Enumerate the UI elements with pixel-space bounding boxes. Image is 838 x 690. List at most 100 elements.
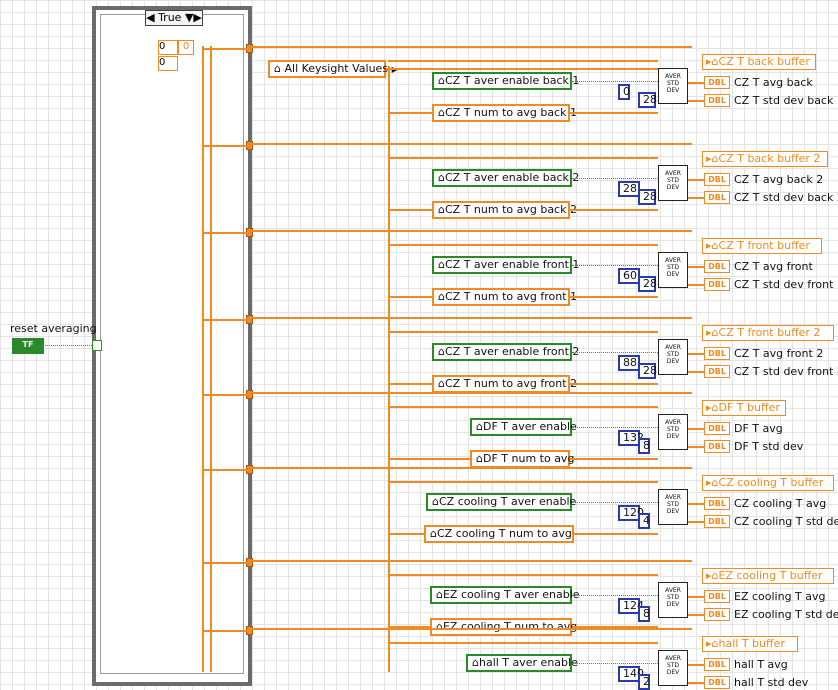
offset-constant[interactable]: 120 xyxy=(618,505,644,521)
buffer-local[interactable]: ▸⌂CZ T front buffer 2 xyxy=(702,325,834,341)
aver-std-dev-subvi[interactable]: AVER STD DEV xyxy=(658,489,688,525)
avg-label: DF T avg xyxy=(734,422,783,435)
avg-terminal[interactable]: DBL xyxy=(704,76,730,89)
shift-wire-top xyxy=(252,317,692,319)
house-icon: ⌂ xyxy=(476,452,483,465)
std-label: CZ T std dev back 2 xyxy=(734,191,838,204)
house-icon: ▸⌂ xyxy=(706,152,719,165)
enable-local[interactable]: ⌂CZ T aver enable front 2 xyxy=(432,343,579,361)
num-to-avg-label: CZ T num to avg back 2 xyxy=(444,203,577,216)
all-keysight-values-local[interactable]: ⌂ All Keysight Values ▶ xyxy=(268,60,398,78)
buffer-local[interactable]: ▸⌂CZ T front buffer xyxy=(702,238,822,254)
subvi-out-wire-2 xyxy=(688,521,704,523)
house-icon: ▸⌂ xyxy=(706,569,719,582)
num-to-subvi xyxy=(570,209,658,211)
case-decrement-icon[interactable]: ◀ xyxy=(146,11,154,24)
enable-wire xyxy=(572,178,658,179)
num-to-avg-label: CZ cooling T num to avg xyxy=(436,527,572,540)
avg-terminal[interactable]: DBL xyxy=(704,422,730,435)
house-icon: ⌂ xyxy=(438,106,445,119)
enable-local[interactable]: ⌂CZ cooling T aver enable xyxy=(426,493,576,511)
buffer-local[interactable]: ▸⌂CZ T back buffer 2 xyxy=(702,151,828,167)
aver-std-dev-subvi[interactable]: AVER STD DEV xyxy=(658,165,688,201)
buffer-local[interactable]: ▸⌂CZ cooling T buffer xyxy=(702,475,834,491)
init-constant-1-value: 0 xyxy=(159,41,166,52)
case-selector[interactable]: ◀ True ▼▶ xyxy=(145,10,203,26)
num-to-avg-label: EZ cooling T num to avg xyxy=(442,620,578,633)
enable-label: hall T aver enable xyxy=(478,656,578,669)
std-terminal[interactable]: DBL xyxy=(704,608,730,621)
length-constant[interactable]: 28 xyxy=(638,92,657,108)
std-label: CZ T std dev back xyxy=(734,94,834,107)
buffer-label: CZ T back buffer 2 xyxy=(718,152,821,165)
buffer-local[interactable]: ▸⌂CZ T back buffer xyxy=(702,54,816,70)
aver-std-dev-subvi[interactable]: AVER STD DEV xyxy=(658,339,688,375)
init-constant-2[interactable]: 0 xyxy=(158,56,178,71)
branch-wire xyxy=(388,574,658,576)
aver-std-dev-subvi[interactable]: AVER STD DEV xyxy=(658,68,688,104)
avg-terminal[interactable]: DBL xyxy=(704,347,730,360)
enable-label: CZ T aver enable front 2 xyxy=(444,345,580,358)
init-constant-3[interactable]: 0 xyxy=(178,40,194,55)
buffer-local[interactable]: ▸⌂DF T buffer xyxy=(702,400,786,416)
reset-averaging-terminal[interactable]: TF xyxy=(12,338,44,354)
length-constant[interactable]: 28 xyxy=(638,189,657,205)
enable-local[interactable]: ⌂hall T aver enable xyxy=(466,654,578,672)
num-to-avg-local[interactable]: ⌂CZ T num to avg back 2 xyxy=(432,201,577,219)
std-terminal[interactable]: DBL xyxy=(704,191,730,204)
std-terminal[interactable]: DBL xyxy=(704,515,730,528)
aver-std-dev-subvi[interactable]: AVER STD DEV xyxy=(658,650,688,686)
offset-constant[interactable]: 88 xyxy=(618,355,640,371)
length-constant[interactable]: 2 xyxy=(638,674,650,690)
loop-wire xyxy=(202,394,250,396)
std-terminal[interactable]: DBL xyxy=(704,676,730,689)
enable-local[interactable]: ⌂CZ T aver enable front 1 xyxy=(432,256,579,274)
length-constant[interactable]: 4 xyxy=(638,513,650,529)
offset-constant[interactable]: 60 xyxy=(618,268,640,284)
buffer-local[interactable]: ▸⌂hall T buffer xyxy=(702,636,798,652)
branch-wire xyxy=(388,60,658,62)
avg-terminal[interactable]: DBL xyxy=(704,173,730,186)
offset-constant[interactable]: 140 xyxy=(618,666,644,682)
num-to-avg-local[interactable]: ⌂CZ cooling T num to avg xyxy=(424,525,574,543)
house-icon: ⌂ xyxy=(438,171,445,184)
enable-local[interactable]: ⌂CZ T aver enable back 1 xyxy=(432,72,579,90)
std-terminal[interactable]: DBL xyxy=(704,94,730,107)
std-terminal[interactable]: DBL xyxy=(704,365,730,378)
aver-std-dev-subvi[interactable]: AVER STD DEV xyxy=(658,582,688,618)
offset-constant[interactable]: 28 xyxy=(618,181,640,197)
num-to-avg-local[interactable]: ⌂EZ cooling T num to avg xyxy=(430,618,577,636)
length-constant[interactable]: 8 xyxy=(638,438,650,454)
house-icon: ⌂ xyxy=(432,495,439,508)
num-to-avg-local[interactable]: ⌂DF T num to avg xyxy=(470,450,574,468)
std-terminal[interactable]: DBL xyxy=(704,440,730,453)
case-dropdown-icon[interactable]: ▼▶ xyxy=(185,11,202,24)
init-constant-1[interactable]: 0 xyxy=(158,40,178,55)
avg-terminal[interactable]: DBL xyxy=(704,658,730,671)
house-icon: ▸⌂ xyxy=(706,55,719,68)
avg-terminal[interactable]: DBL xyxy=(704,497,730,510)
enable-local[interactable]: ⌂CZ T aver enable back 2 xyxy=(432,169,579,187)
enable-wire xyxy=(572,595,658,596)
enable-local[interactable]: ⌂EZ cooling T aver enable xyxy=(430,586,580,604)
avg-label: EZ cooling T avg xyxy=(734,590,826,603)
enable-local[interactable]: ⌂DF T aver enable xyxy=(470,418,577,436)
aver-std-dev-subvi[interactable]: AVER STD DEV xyxy=(658,252,688,288)
num-to-avg-local[interactable]: ⌂CZ T num to avg front 1 xyxy=(432,288,577,306)
subvi-out-wire xyxy=(688,353,704,355)
avg-terminal[interactable]: DBL xyxy=(704,260,730,273)
buffer-local[interactable]: ▸⌂EZ cooling T buffer xyxy=(702,568,834,584)
length-constant[interactable]: 28 xyxy=(638,276,657,292)
std-terminal[interactable]: DBL xyxy=(704,278,730,291)
num-to-avg-local[interactable]: ⌂CZ T num to avg front 2 xyxy=(432,375,577,393)
length-constant[interactable]: 8 xyxy=(638,606,650,622)
aver-std-dev-subvi[interactable]: AVER STD DEV xyxy=(658,414,688,450)
length-constant[interactable]: 28 xyxy=(638,363,657,379)
offset-constant[interactable]: 0 xyxy=(618,84,630,100)
num-to-avg-local[interactable]: ⌂CZ T num to avg back 1 xyxy=(432,104,577,122)
offset-constant[interactable]: 132 xyxy=(618,430,644,446)
house-icon: ▸⌂ xyxy=(706,239,719,252)
avg-terminal[interactable]: DBL xyxy=(704,590,730,603)
avg-label: CZ T avg back 2 xyxy=(734,173,824,186)
offset-constant[interactable]: 124 xyxy=(618,598,644,614)
